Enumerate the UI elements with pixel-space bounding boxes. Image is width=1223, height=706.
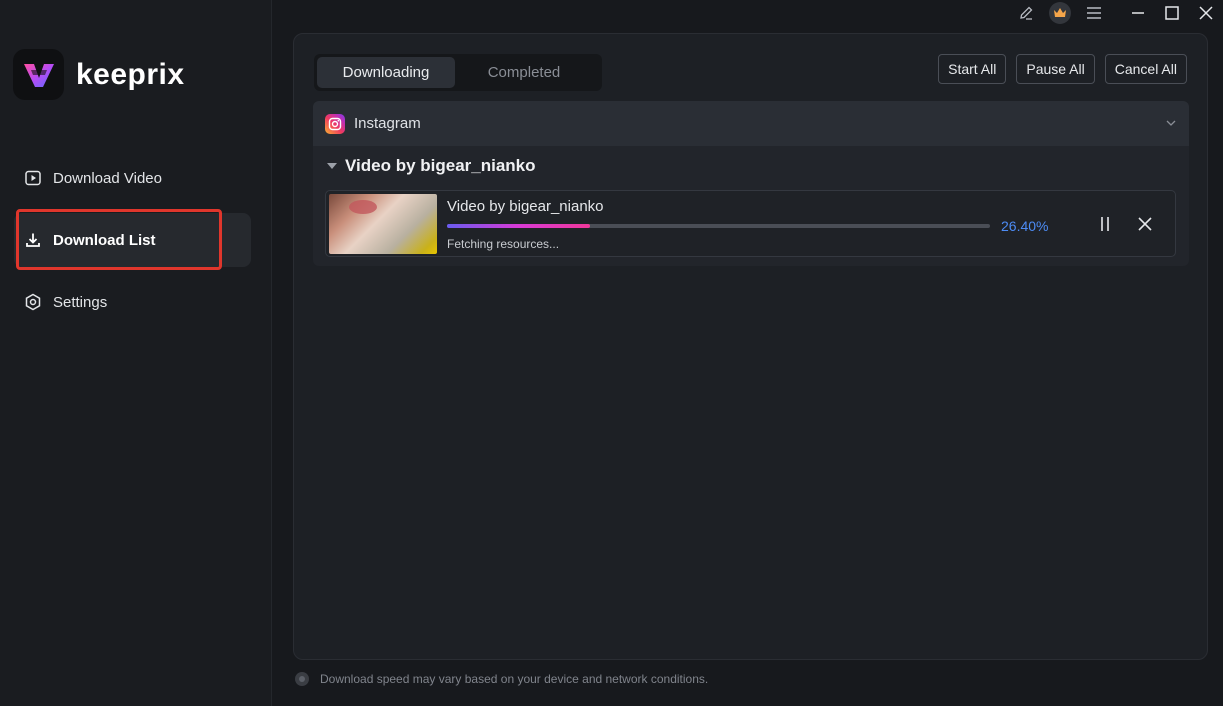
crown-icon[interactable] <box>1043 0 1077 26</box>
download-status: Fetching resources... <box>447 237 560 251</box>
sidebar-item-settings[interactable]: Settings <box>14 275 251 329</box>
crown-badge <box>1049 2 1071 24</box>
cancel-icon[interactable] <box>1134 213 1156 235</box>
video-thumbnail <box>329 194 437 254</box>
thumbnail-detail <box>349 200 377 214</box>
app-logo: keeprix <box>13 49 185 100</box>
close-icon[interactable] <box>1189 0 1223 26</box>
collapse-triangle-icon[interactable] <box>327 163 337 169</box>
progress-percent: 26.40% <box>1001 218 1049 234</box>
play-icon <box>24 169 42 187</box>
tab-completed[interactable]: Completed <box>455 57 593 88</box>
start-all-button[interactable]: Start All <box>938 54 1007 84</box>
download-item-name: Video by bigear_nianko <box>447 198 604 215</box>
chevron-down-icon[interactable] <box>1165 116 1177 133</box>
edit-icon[interactable] <box>1009 0 1043 26</box>
pause-icon[interactable] <box>1094 213 1116 235</box>
download-item: Video by bigear_nianko 26.40% Fetching r… <box>325 190 1176 257</box>
sidebar-item-label: Download Video <box>53 169 162 187</box>
gear-icon <box>24 293 42 311</box>
cancel-all-button[interactable]: Cancel All <box>1104 54 1187 84</box>
download-panel: Downloading Completed Start All Pause Al… <box>293 33 1208 660</box>
minimize-icon[interactable] <box>1121 0 1155 26</box>
keeprix-logo-icon <box>13 49 64 100</box>
app-name: keeprix <box>76 57 185 91</box>
status-tabs: Downloading Completed <box>314 54 602 91</box>
maximize-icon[interactable] <box>1155 0 1189 26</box>
group-header-instagram[interactable]: Instagram <box>313 101 1189 146</box>
footer-text: Download speed may vary based on your de… <box>320 672 709 686</box>
titlebar <box>1009 0 1223 26</box>
sidebar-item-label: Settings <box>53 293 108 311</box>
video-group-title-text: Video by bigear_nianko <box>345 156 536 175</box>
bulk-actions: Start All Pause All Cancel All <box>938 54 1187 84</box>
sidebar-item-label: Download List <box>53 231 156 249</box>
sidebar: keeprix Download Video Download List Set… <box>0 0 272 706</box>
menu-icon[interactable] <box>1077 0 1111 26</box>
sidebar-item-download-video[interactable]: Download Video <box>14 151 251 205</box>
download-group: Instagram Video by bigear_nianko Video b… <box>313 101 1189 266</box>
footer-note: Download speed may vary based on your de… <box>295 672 708 686</box>
pause-all-button[interactable]: Pause All <box>1016 54 1095 84</box>
download-icon <box>24 231 42 249</box>
progress-fill <box>447 224 591 228</box>
video-group-title[interactable]: Video by bigear_nianko <box>313 146 1189 186</box>
instagram-icon <box>325 113 345 134</box>
info-icon <box>295 672 309 686</box>
progress-bar <box>447 224 990 228</box>
tab-downloading[interactable]: Downloading <box>317 57 455 88</box>
sidebar-item-download-list[interactable]: Download List <box>14 213 251 267</box>
platform-label: Instagram <box>354 115 421 132</box>
